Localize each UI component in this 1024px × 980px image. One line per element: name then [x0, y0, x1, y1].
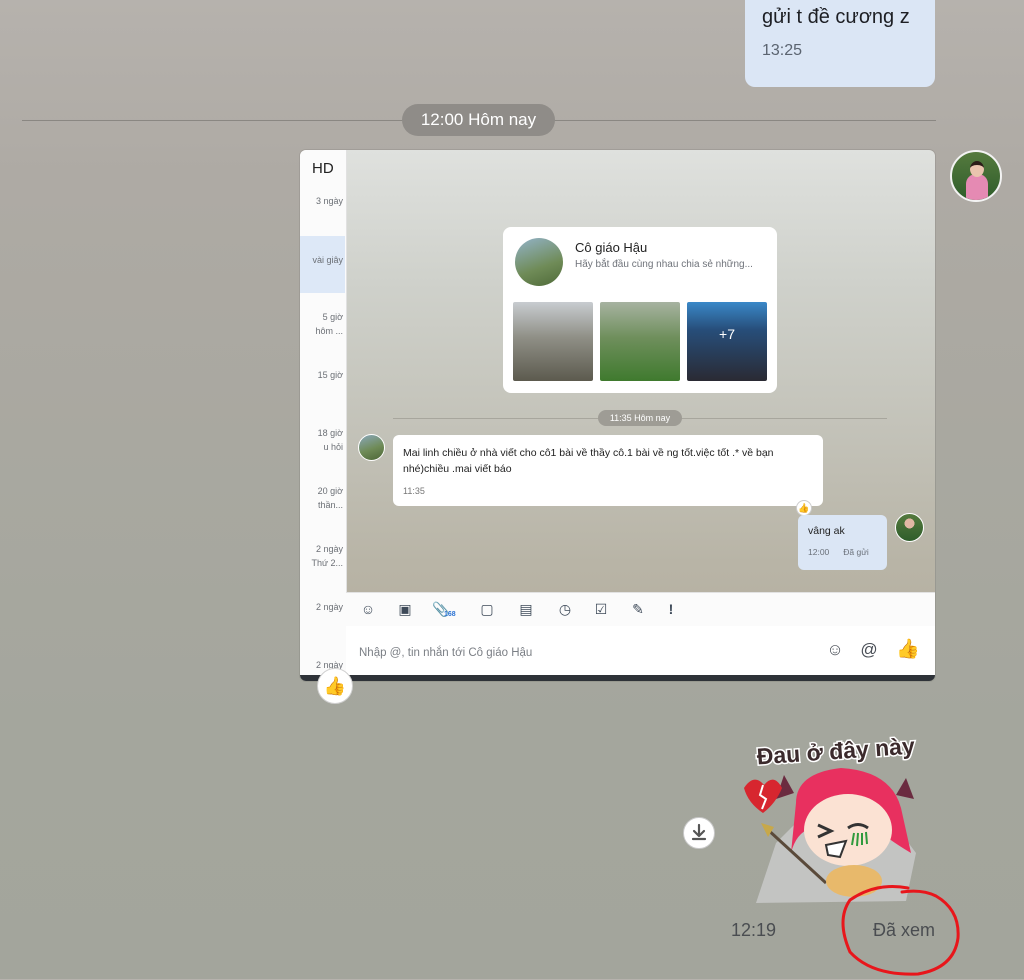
image-bottom-edge — [300, 675, 935, 681]
download-button[interactable] — [683, 817, 715, 849]
sticker-icon: ☺ — [360, 601, 376, 617]
avatar-figure-body — [966, 174, 988, 200]
sidebar-item: 15 giờ — [317, 370, 343, 380]
message-status: Đã gửi — [843, 547, 869, 557]
message-time: 13:25 — [762, 42, 803, 59]
attachment-badge: 168 — [444, 611, 456, 618]
photo-thumbnail — [600, 302, 680, 381]
sticker-caption: Đau ở đây này — [756, 733, 916, 769]
sidebar-item: 18 giờ u hỏi — [317, 428, 343, 452]
message-time: 11:35 — [403, 486, 425, 496]
sidebar-title: HD — [312, 160, 334, 177]
message-meta: 12:00 Đã gửi — [808, 547, 887, 557]
screenshot-icon: ▢ — [480, 601, 494, 617]
like-reaction-button[interactable]: 👍 — [317, 668, 353, 704]
emoji-icon: ☺ — [826, 640, 844, 659]
profile-description: Hãy bắt đầu cùng nhau chia sẻ những... — [575, 259, 753, 270]
screenshot-image-message[interactable]: HD 3 ngày vài giây 5 giờ hôm ... 15 giờ 1… — [300, 150, 935, 681]
avatar-figure-head — [970, 161, 984, 177]
outgoing-message-bubble[interactable]: gửi t đề cương z 13:25 — [745, 0, 935, 87]
profile-card: Cô giáo Hậu Hãy bắt đầu cùng nhau chia s… — [503, 227, 777, 393]
compose-toolbar: ☺ ▣ 📎 168 ▢ ▤ ◷ ☑ ✎ ! — [346, 592, 935, 627]
message-time: 12:00 — [808, 547, 830, 557]
message-text: gửi t đề cương z — [762, 6, 910, 28]
contact-card-icon: ▤ — [519, 601, 533, 617]
sidebar-item: 2 ngày Thứ 2... — [311, 544, 343, 568]
image-icon: ▣ — [398, 601, 412, 617]
quick-like-icon: 👍 — [896, 639, 920, 660]
message-input-bar: Nhập @, tin nhắn tới Cô giáo Hậu ☺ @ 👍 — [346, 626, 935, 675]
reaction-like-icon: 👍 — [796, 500, 812, 516]
own-avatar — [895, 513, 924, 542]
sender-avatar[interactable] — [950, 150, 1002, 202]
mention-icon: @ — [860, 640, 878, 659]
photo-more-thumbnail: +7 — [687, 302, 767, 381]
message-text: vâng ak — [808, 525, 845, 537]
incoming-message-bubble: Mai linh chiều ở nhà viết cho cô1 bài về… — [393, 435, 823, 506]
sidebar-item: 5 giờ hôm ... — [315, 312, 343, 336]
download-icon — [691, 823, 707, 841]
outgoing-message-bubble: vâng ak 12:00 Đã gửi — [798, 515, 887, 570]
urgent-icon: ! — [668, 601, 674, 617]
date-separator: 11:35 Hôm nay — [598, 410, 682, 426]
sidebar-item: 20 giờ thần... — [317, 486, 343, 510]
message-text: Mai linh chiều ở nhà viết cho cô1 bài về… — [403, 447, 774, 475]
message-input-placeholder: Nhập @, tin nhắn tới Cô giáo Hậu — [359, 647, 533, 659]
annotation-circle — [841, 885, 960, 976]
date-separator: 12:00 Hôm nay — [402, 104, 555, 136]
text-format-icon: ✎ — [632, 601, 644, 617]
sticker-time: 12:19 — [731, 920, 777, 940]
contact-avatar — [358, 434, 385, 461]
sidebar-item-active: vài giây — [300, 236, 345, 293]
conversation-list-sidebar: HD 3 ngày vài giây 5 giờ hôm ... 15 giờ 1… — [300, 150, 347, 681]
profile-avatar — [515, 238, 563, 286]
alarm-clock-icon: ◷ — [558, 601, 572, 617]
task-checkbox-icon: ☑ — [594, 601, 608, 617]
sidebar-item: 3 ngày — [315, 196, 343, 206]
photo-thumbnail — [513, 302, 593, 381]
profile-name: Cô giáo Hậu — [575, 240, 648, 255]
sidebar-item: 2 ngày — [315, 602, 343, 612]
